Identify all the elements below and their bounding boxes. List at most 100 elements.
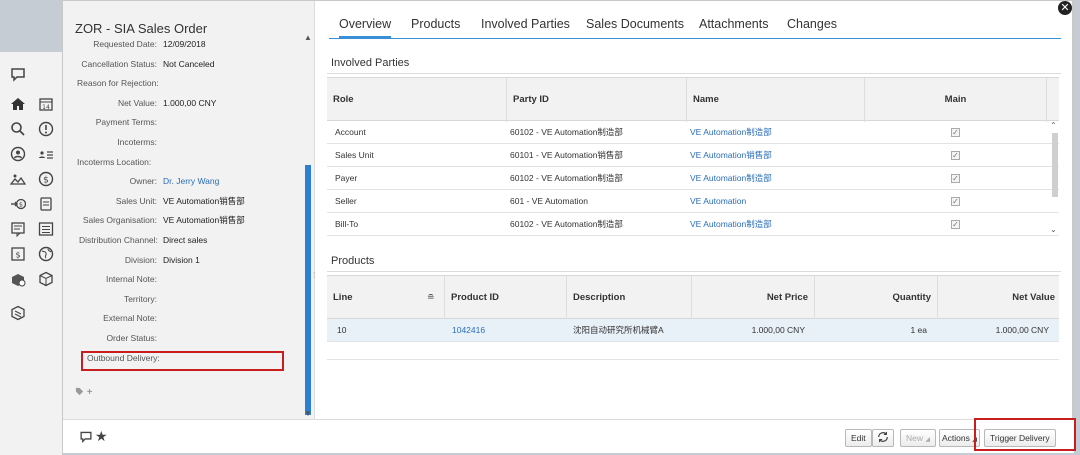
tag-add[interactable]: + [75,387,93,398]
detail-field-label: Incoterms: [117,137,157,147]
main-checkbox[interactable]: ✓ [951,151,960,160]
scroll-down-icon[interactable]: ▼ [304,409,312,418]
catalog-icon[interactable] [10,305,26,321]
detail-field: Internal Note: [63,272,313,286]
document-icon[interactable] [38,196,54,212]
cell-name-link[interactable]: VE Automation制造部 [690,213,772,236]
table-row[interactable]: Account 60102 - VE Automation制造部 VE Automa… [327,121,1059,144]
detail-field: Order Status: [63,331,313,345]
tab-sales-documents[interactable]: Sales Documents [586,17,684,39]
left-icon-rail: 14 $ $ $ [0,0,62,455]
person-icon[interactable] [10,146,26,162]
detail-field-value: VE Automation销售部 [163,215,245,226]
search-icon[interactable] [10,121,26,137]
scroll-thumb[interactable] [305,165,311,415]
page-title: ZOR - SIA Sales Order [75,21,208,36]
detail-field-label: Owner: [129,176,157,187]
currency-icon[interactable]: $ [38,171,54,187]
detail-field: Division: Division 1 [63,253,313,267]
detail-field-label: Incoterms Location: [77,156,152,167]
sort-icon[interactable]: ≘ [427,292,435,303]
refresh-icon [876,431,890,443]
cell-product-id-link[interactable]: 1042416 [452,319,485,342]
detail-field: External Note: [63,311,313,325]
detail-field: Owner: Dr. Jerry Wang [63,174,313,188]
tab-overview[interactable]: Overview [339,17,392,39]
alert-icon[interactable] [38,121,54,137]
detail-field-label: Internal Note: [105,274,157,285]
table-row[interactable]: 10 1042416 沈阳自动研究所机械臂A 1.000,00 CNY 1 ea… [327,319,1059,342]
cell-quantity: 1 ea [910,325,927,335]
column-header-party-id[interactable]: Party ID [507,78,687,122]
edit-button[interactable]: Edit [845,429,872,447]
add-tag-plus[interactable]: + [87,387,93,398]
payment-flow-icon[interactable]: $ [10,196,26,212]
favorite-star-icon[interactable]: ★ [95,428,108,445]
rail-top-strip [0,0,62,52]
cell-name-link[interactable]: VE Automation [690,190,746,213]
invoice-icon[interactable]: $ [10,246,26,262]
column-header-quantity[interactable]: Quantity [815,276,938,320]
column-header-description[interactable]: Description [567,276,692,320]
detail-field-label: Sales Unit: [115,195,157,206]
detail-field: Incoterms Location: [63,155,313,169]
scroll-up-icon[interactable]: ▲ [304,33,312,42]
product-box-icon[interactable] [38,271,54,287]
table-row[interactable]: Bill-To 60102 - VE Automation制造部 VE Automa… [327,213,1059,236]
table-header: Role Party ID Name Main [327,77,1059,122]
main-checkbox[interactable]: ✓ [951,197,960,206]
scroll-down-icon[interactable]: ⌄ [1050,225,1057,234]
new-button[interactable]: New ◢ [900,429,937,447]
contacts-list-icon[interactable] [38,146,54,162]
tab-products[interactable]: Products [411,17,460,39]
tab-attachments[interactable]: Attachments [699,17,768,39]
tab-changes[interactable]: Changes [787,17,837,39]
list-icon[interactable] [38,221,54,237]
column-header-net-price[interactable]: Net Price [692,276,815,320]
svg-text:$: $ [43,176,49,186]
detail-field-label: Distribution Channel: [79,235,158,245]
close-icon[interactable]: ✕ [1058,1,1072,15]
parties-scrollbar[interactable]: ⌃ ⌄ [1049,121,1059,239]
scroll-thumb[interactable] [1052,133,1058,197]
column-header-role[interactable]: Role [327,78,507,122]
detail-field-label: Cancellation Status: [81,58,157,69]
detail-field: Net Value: 1.000,00 CNY [63,96,313,110]
cell-party-id: 60102 - VE Automation制造部 [510,173,623,183]
detail-field-value: 1.000,00 CNY [163,97,217,108]
panel-splitter-handle[interactable]: ⁞ [313,271,319,301]
detail-field-value: Direct sales [163,235,208,245]
quote-icon[interactable] [10,221,26,237]
delivery-icon[interactable] [10,271,26,287]
tag-icon[interactable] [75,387,87,398]
divider [327,359,1059,360]
divider [327,271,1061,272]
accounts-icon[interactable] [10,171,26,187]
main-checkbox[interactable]: ✓ [951,174,960,183]
cell-name-link[interactable]: VE Automation制造部 [690,167,772,190]
chat-icon[interactable] [10,66,26,82]
owner-link[interactable]: Dr. Jerry Wang [163,174,219,188]
main-checkbox[interactable]: ✓ [951,220,960,229]
column-header-name[interactable]: Name [687,78,865,122]
column-header-net-value[interactable]: Net Value [938,276,1059,320]
scroll-up-icon[interactable]: ⌃ [1050,121,1057,130]
cell-name-link[interactable]: VE Automation销售部 [690,144,772,167]
chat-icon[interactable] [79,430,93,445]
column-header-product-id[interactable]: Product ID [445,276,567,320]
cell-role: Seller [335,196,357,206]
table-row[interactable]: Payer 60102 - VE Automation制造部 VE Automati… [327,167,1059,190]
main-checkbox[interactable]: ✓ [951,128,960,137]
table-row[interactable]: Seller 601 - VE Automation VE Automation ✓ [327,190,1059,213]
tab-involved-parties[interactable]: Involved Parties [481,17,570,39]
column-header-main[interactable]: Main [865,78,1047,122]
table-row[interactable]: Sales Unit 60101 - VE Automation销售部 VE Aut… [327,144,1059,167]
calendar-icon[interactable]: 14 [38,96,54,112]
detail-field-label: Order Status: [106,333,157,343]
home-icon[interactable] [10,96,26,112]
cell-name-link[interactable]: VE Automation制造部 [690,121,772,144]
globe-icon[interactable] [38,246,54,262]
details-scrollbar[interactable]: ▲ ▼ [303,33,313,419]
refresh-button[interactable] [872,429,894,447]
cell-description: 沈阳自动研究所机械臂A [573,325,664,335]
